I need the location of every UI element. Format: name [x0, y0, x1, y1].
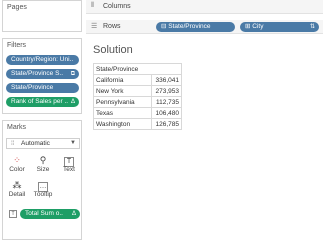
table-row[interactable]: New York 273,953 — [93, 85, 182, 97]
delta-icon: Δ — [70, 99, 75, 105]
delta-icon: Δ — [71, 211, 76, 217]
filter-pill-label: State/Province — [11, 84, 54, 91]
filters-title: Filters — [7, 42, 27, 49]
sort-icon: ⇅ — [309, 24, 315, 30]
row-value[interactable]: 112,735 — [151, 96, 182, 108]
tooltip-label: Tooltip — [33, 191, 53, 198]
detail-label: Detail — [8, 191, 26, 198]
sheet-title: Solution — [93, 44, 133, 56]
marks-pill-total-sum[interactable]: Total Sum o.. Δ — [20, 209, 80, 219]
marks-pill-label: Total Sum o.. — [25, 210, 63, 217]
color-icon: ⁘ — [13, 155, 21, 165]
rows-pill-label: City — [252, 23, 264, 30]
row-name[interactable]: Washington — [93, 118, 152, 130]
rows-icon: ☰ — [91, 23, 98, 30]
columns-label: Columns — [103, 3, 131, 10]
size-button[interactable]: ⚲ Size — [32, 154, 54, 176]
table-row[interactable]: California 336,041 — [93, 74, 182, 86]
row-name[interactable]: Texas — [93, 107, 152, 119]
columns-shelf[interactable]: ⦀ Columns — [86, 0, 323, 14]
marks-panel[interactable]: Marks ⁞⁞ Automatic ▼ ⁘ Color ⚲ Size T Te… — [2, 120, 82, 240]
rows-pill-icon: ⊞ — [245, 23, 251, 30]
rows-pill-city[interactable]: ⊞ City ⇅ — [240, 22, 319, 32]
text-button[interactable]: T Text — [58, 154, 80, 176]
size-icon: ⚲ — [39, 155, 47, 165]
left-pane: Pages Filters Country/Region: Uni.. Stat… — [0, 0, 84, 240]
rows-pill-icon: ⊟ — [161, 23, 167, 30]
tooltip-button[interactable]: … Tooltip — [32, 179, 54, 201]
rows-pill-state[interactable]: ⊟ State/Province — [156, 22, 235, 32]
detail-button[interactable]: ⁂ Detail — [6, 179, 28, 201]
table-row[interactable]: Texas 106,480 — [93, 107, 182, 119]
rows-shelf[interactable]: ☰ Rows ⊟ State/Province ⊞ City ⇅ — [86, 20, 323, 34]
detail-icon: ⁂ — [12, 180, 22, 190]
row-name[interactable]: Pennsylvania — [93, 96, 152, 108]
text-mark-icon: T — [9, 210, 17, 218]
row-value[interactable]: 126,785 — [151, 118, 182, 130]
header-state: State/Province — [93, 63, 182, 75]
set-icon: ⧉ — [70, 71, 75, 77]
rows-pill-label: State/Province — [168, 23, 211, 30]
color-label: Color — [9, 166, 25, 173]
text-label: Text — [63, 166, 75, 173]
marks-title: Marks — [7, 124, 27, 131]
rows-label: Rows — [103, 23, 121, 30]
filter-pill-state[interactable]: State/Province — [6, 83, 79, 93]
filters-panel[interactable]: Filters Country/Region: Uni.. State/Prov… — [2, 38, 82, 114]
table-row[interactable]: Pennsylvania 112,735 — [93, 96, 182, 108]
automatic-icon: ⁞⁞ — [11, 140, 15, 147]
table-row[interactable]: Washington 126,785 — [93, 118, 182, 130]
color-button[interactable]: ⁘ Color — [6, 154, 28, 176]
mark-type-value: Automatic — [21, 140, 50, 147]
row-name[interactable]: California — [93, 74, 152, 86]
row-name[interactable]: New York — [93, 85, 152, 97]
filter-pill-label: Country/Region: Uni.. — [11, 56, 74, 63]
row-value[interactable]: 106,480 — [151, 107, 182, 119]
size-label: Size — [36, 166, 50, 173]
crosstab: State/Province California 336,041 New Yo… — [93, 63, 182, 130]
row-value[interactable]: 273,953 — [151, 85, 182, 97]
filter-pill-label: State/Province S.. — [11, 70, 64, 77]
filter-pill-rank[interactable]: Rank of Sales per .. Δ — [6, 97, 79, 107]
mark-type-dropdown[interactable]: ⁞⁞ Automatic ▼ — [6, 138, 80, 149]
filter-pill-state-set[interactable]: State/Province S.. ⧉ — [6, 69, 79, 79]
filter-pill-country[interactable]: Country/Region: Uni.. — [6, 55, 79, 65]
row-value[interactable]: 336,041 — [151, 74, 182, 86]
chevron-down-icon: ▼ — [70, 140, 76, 146]
pages-title: Pages — [7, 4, 27, 11]
filter-pill-label: Rank of Sales per .. — [11, 98, 69, 105]
columns-icon: ⦀ — [91, 2, 95, 9]
pages-panel[interactable]: Pages — [2, 0, 82, 32]
